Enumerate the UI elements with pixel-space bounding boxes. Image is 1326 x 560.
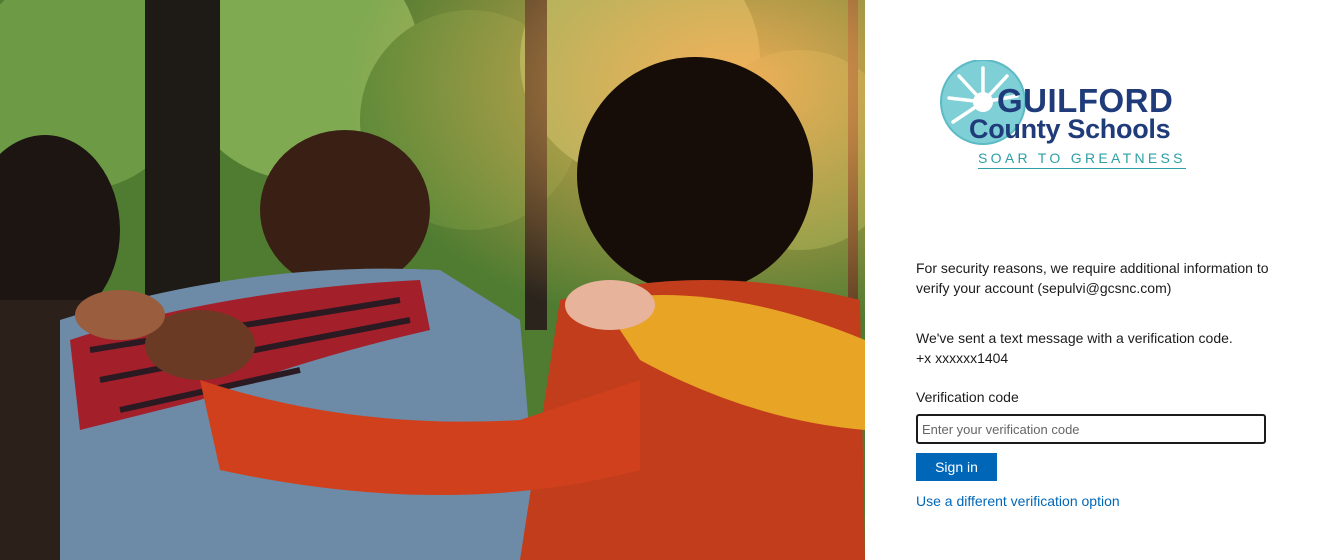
verification-code-label: Verification code — [916, 389, 1019, 405]
logo-guilford-text: GUILFORD — [997, 82, 1174, 119]
verification-sent-message: We've sent a text message with a verific… — [916, 328, 1276, 368]
logo-county-schools-text: County Schools — [969, 114, 1171, 144]
students-illustration — [0, 0, 865, 560]
verification-code-input[interactable] — [916, 414, 1266, 444]
hero-image — [0, 0, 865, 560]
security-message: For security reasons, we require additio… — [916, 260, 1269, 296]
sign-in-button[interactable]: Sign in — [916, 453, 997, 481]
sent-message-text: We've sent a text message with a verific… — [916, 330, 1233, 346]
different-verification-option-link[interactable]: Use a different verification option — [916, 493, 1120, 509]
masked-phone-number: +x xxxxxx1404 — [916, 350, 1009, 366]
guilford-county-schools-logo: GUILFORD County Schools SOAR TO GREATNES… — [937, 56, 1207, 176]
logo-tagline: SOAR TO GREATNESS — [978, 150, 1186, 169]
login-panel: GUILFORD County Schools SOAR TO GREATNES… — [865, 0, 1326, 560]
